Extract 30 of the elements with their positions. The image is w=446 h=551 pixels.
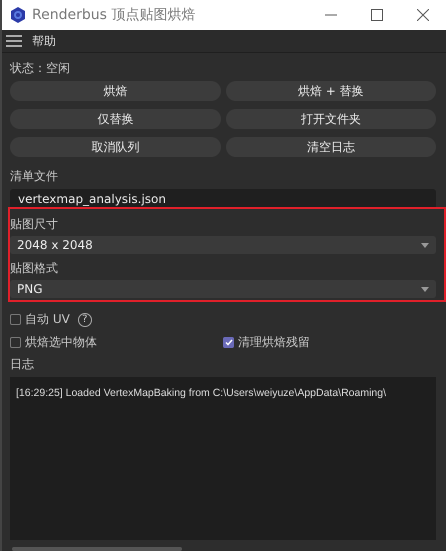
help-icon[interactable]: ?	[78, 312, 92, 326]
log-line: [16:29:25] Loaded VertexMapBaking from C:\Users\weiyuze\AppData\Roaming\	[16, 387, 386, 399]
caret-icon	[421, 286, 429, 292]
field-label: 贴图格式	[10, 260, 59, 277]
dropdown[interactable]: 2048 x 2048	[10, 236, 436, 254]
checkbox-label: 烘焙选中物体	[25, 334, 97, 351]
checkbox[interactable]	[10, 337, 21, 348]
checkbox-label: 自动 UV	[25, 311, 70, 328]
checkbox-label: 清理烘焙残留	[238, 334, 310, 351]
log-label: 日志	[10, 356, 35, 373]
field-label: 清单文件	[10, 168, 59, 185]
action-button[interactable]: 打开文件夹	[226, 109, 436, 129]
menu-item[interactable]: 帮助	[28, 32, 60, 50]
action-button[interactable]: 仅替换	[10, 109, 220, 129]
action-button[interactable]: 清空日志	[226, 137, 436, 157]
action-button[interactable]: 烘焙 + 替换	[226, 81, 436, 101]
action-button[interactable]: 烘焙	[10, 81, 220, 101]
menu-icon[interactable]	[6, 35, 22, 47]
action-button[interactable]: 取消队列	[10, 137, 220, 157]
maximize-icon[interactable]	[371, 9, 383, 21]
close-icon[interactable]	[417, 9, 429, 21]
manifest-file-field[interactable]: vertexmap_analysis.json	[10, 189, 436, 209]
checkbox[interactable]	[223, 337, 234, 348]
status-text: 状态：空闲	[10, 60, 71, 77]
dropdown[interactable]: PNG	[10, 280, 436, 298]
app-logo-icon	[10, 7, 26, 23]
window-title: Renderbus 顶点贴图烘焙	[32, 6, 196, 24]
checkbox[interactable]	[10, 314, 21, 325]
field-label: 贴图尺寸	[10, 216, 59, 233]
caret-icon	[421, 242, 429, 248]
